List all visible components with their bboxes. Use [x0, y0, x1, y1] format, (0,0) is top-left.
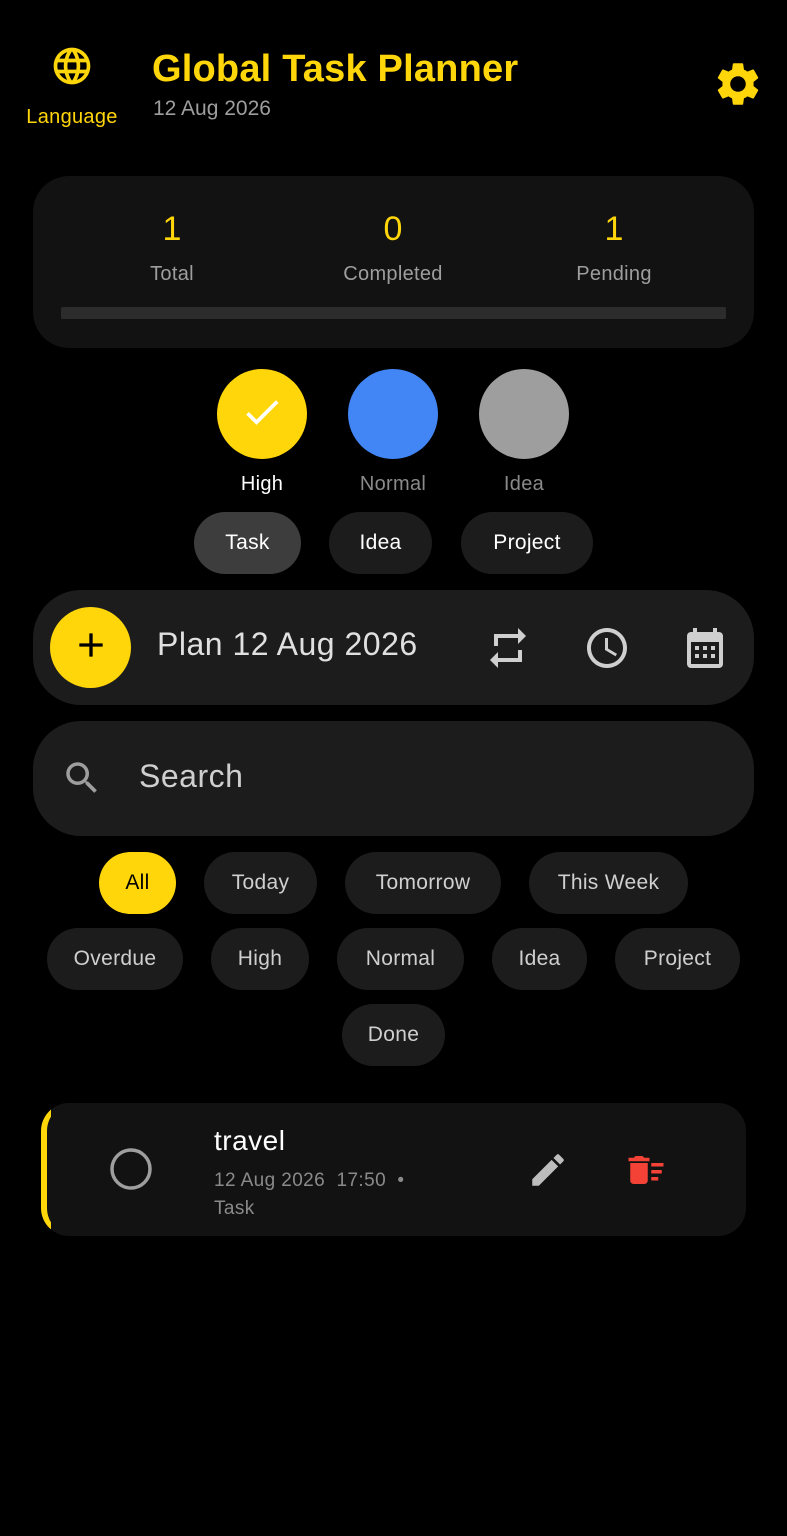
- stat-completed-label: Completed: [343, 263, 443, 285]
- task-meta: 12 Aug 2026 17:50 • Task: [214, 1167, 404, 1223]
- settings-button[interactable]: [712, 58, 764, 110]
- priority-idea[interactable]: Idea: [464, 369, 584, 496]
- filter-done[interactable]: Done: [342, 1004, 445, 1066]
- task-type: Task: [214, 1198, 255, 1219]
- stat-total: 1 Total: [72, 210, 272, 286]
- priority-high-swatch: [217, 369, 307, 459]
- filter-all[interactable]: All: [99, 852, 176, 914]
- search-icon: [61, 757, 103, 804]
- date-button[interactable]: [681, 624, 729, 672]
- pencil-icon: [527, 1154, 569, 1195]
- stat-total-value: 1: [162, 210, 182, 248]
- gear-icon: [712, 63, 764, 114]
- calendar-icon: [681, 628, 729, 676]
- priority-high-label: High: [240, 473, 284, 495]
- add-task-button[interactable]: [50, 607, 131, 688]
- globe-icon: [18, 44, 126, 88]
- filter-high[interactable]: High: [211, 928, 309, 990]
- filter-normal[interactable]: Normal: [337, 928, 464, 990]
- stat-pending-label: Pending: [576, 263, 652, 285]
- plus-icon: [71, 625, 111, 670]
- priority-idea-swatch: [479, 369, 569, 459]
- filter-tomorrow[interactable]: Tomorrow: [345, 852, 501, 914]
- type-project[interactable]: Project: [461, 512, 593, 574]
- header-date: 12 Aug 2026: [153, 97, 271, 120]
- progress-bar: [61, 307, 726, 319]
- priority-normal[interactable]: Normal: [333, 369, 453, 496]
- language-label: Language: [26, 106, 118, 128]
- language-button[interactable]: Language: [18, 44, 126, 154]
- filter-overdue[interactable]: Overdue: [47, 928, 183, 990]
- task-accent-mask: [47, 1103, 87, 1236]
- type-idea[interactable]: Idea: [329, 512, 432, 574]
- priority-normal-label: Normal: [359, 473, 427, 495]
- search-bar[interactable]: Search: [33, 721, 754, 836]
- stat-completed: 0 Completed: [293, 210, 493, 286]
- plan-bar: Plan 12 Aug 2026: [33, 590, 754, 705]
- edit-task-button[interactable]: [527, 1149, 569, 1191]
- task-time: 17:50: [336, 1170, 387, 1191]
- clock-icon: [583, 628, 631, 676]
- repeat-button[interactable]: [484, 624, 532, 672]
- priority-normal-swatch: [348, 369, 438, 459]
- stats-card: 1 Total 0 Completed 1 Pending: [33, 176, 754, 348]
- filter-today[interactable]: Today: [204, 852, 317, 914]
- task-title: travel: [214, 1125, 286, 1156]
- filter-this-week[interactable]: This Week: [529, 852, 688, 914]
- task-card[interactable]: travel 12 Aug 2026 17:50 • Task: [41, 1103, 746, 1236]
- delete-sweep-icon: [625, 1156, 667, 1195]
- task-meta-separator: •: [397, 1170, 405, 1191]
- stat-pending-value: 1: [604, 210, 624, 248]
- filter-project[interactable]: Project: [615, 928, 740, 990]
- stat-total-label: Total: [150, 263, 194, 285]
- type-task[interactable]: Task: [194, 512, 301, 574]
- check-icon: [240, 390, 284, 439]
- search-input[interactable]: Search: [139, 758, 243, 795]
- priority-idea-label: Idea: [503, 473, 545, 495]
- filter-idea[interactable]: Idea: [492, 928, 587, 990]
- app-title: Global Task Planner: [152, 48, 519, 90]
- time-button[interactable]: [583, 624, 631, 672]
- repeat-icon: [484, 628, 532, 676]
- plan-input[interactable]: Plan 12 Aug 2026: [157, 626, 418, 663]
- priority-high[interactable]: High: [202, 369, 322, 496]
- stat-completed-value: 0: [383, 210, 403, 248]
- task-date: 12 Aug 2026: [214, 1170, 326, 1191]
- stat-pending: 1 Pending: [514, 210, 714, 286]
- task-complete-toggle[interactable]: [109, 1147, 153, 1191]
- circle-outline-icon: [109, 1148, 153, 1195]
- delete-task-button[interactable]: [625, 1149, 667, 1191]
